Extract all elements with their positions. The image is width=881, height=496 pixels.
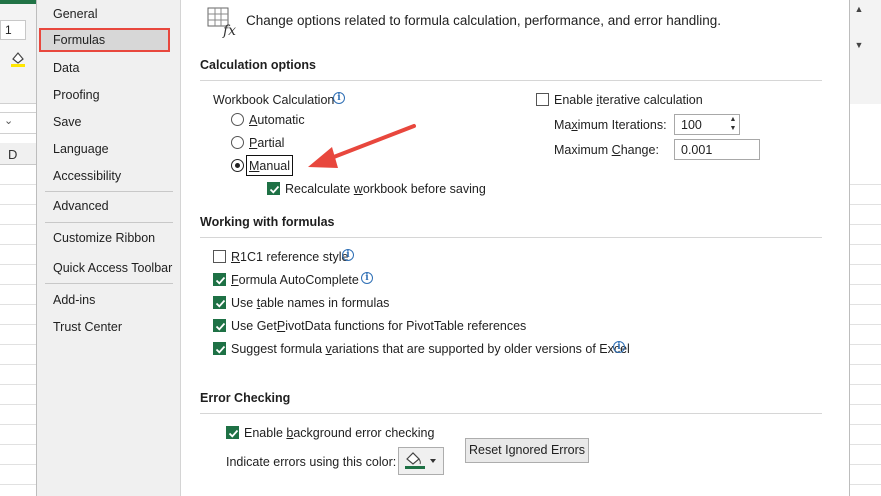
spinner-arrows-icon[interactable]: ▲ ▼	[727, 115, 739, 134]
info-icon[interactable]: i	[613, 341, 625, 353]
scroll-down-icon[interactable]: ▼	[852, 40, 866, 54]
chevron-down-icon[interactable]: ⌄	[4, 114, 13, 127]
recalculate-label[interactable]: Recalculate workbook before saving	[285, 182, 486, 196]
nav-item-quick-access-toolbar[interactable]: Quick Access Toolbar	[45, 256, 175, 280]
max-iterations-value: 100	[681, 118, 702, 132]
suggest-variations-checkbox[interactable]	[213, 342, 226, 355]
nav-item-formulas[interactable]: Formulas	[39, 28, 170, 52]
iterative-label[interactable]: Enable iterative calculation	[554, 93, 703, 107]
paint-bucket-icon	[405, 452, 436, 469]
radio-partial[interactable]	[231, 136, 244, 149]
suggest-variations-label[interactable]: Suggest formula variations that are supp…	[231, 342, 630, 356]
nav-item-proofing[interactable]: Proofing	[45, 83, 175, 107]
worksheet-grid-right[interactable]	[850, 165, 881, 496]
section-divider	[200, 80, 822, 81]
section-title-formulas: Working with formulas	[200, 215, 335, 229]
getpivotdata-label[interactable]: Use GetPivotData functions for PivotTabl…	[231, 319, 526, 333]
scroll-up-icon[interactable]: ▲	[852, 4, 866, 18]
formula-options-icon: fx	[207, 7, 236, 38]
svg-text:fx: fx	[222, 23, 236, 38]
section-title-calculation: Calculation options	[200, 58, 316, 72]
radio-automatic[interactable]	[231, 113, 244, 126]
nav-divider	[45, 222, 173, 223]
radio-partial-label[interactable]: Partial	[249, 136, 284, 150]
recalculate-checkbox[interactable]	[267, 182, 280, 195]
r1c1-checkbox[interactable]	[213, 250, 226, 263]
table-names-checkbox[interactable]	[213, 296, 226, 309]
section-title-error-checking: Error Checking	[200, 391, 291, 405]
table-names-label[interactable]: Use table names in formulas	[231, 296, 389, 310]
workbook-calculation-label: Workbook Calculation	[213, 93, 335, 107]
background-error-checkbox[interactable]	[226, 426, 239, 439]
fill-color-icon[interactable]	[9, 50, 27, 68]
section-divider	[200, 237, 822, 238]
r1c1-label[interactable]: R1C1 reference style	[231, 250, 348, 264]
nav-item-accessibility[interactable]: Accessibility	[45, 164, 175, 188]
nav-item-data[interactable]: Data	[45, 56, 175, 80]
indicate-errors-label: Indicate errors using this color:	[226, 455, 397, 469]
radio-manual-label[interactable]: Manual	[249, 159, 290, 173]
nav-item-language[interactable]: Language	[45, 137, 175, 161]
info-icon[interactable]: i	[361, 272, 373, 284]
nav-item-advanced[interactable]: Advanced	[45, 194, 175, 218]
radio-manual[interactable]	[231, 159, 244, 172]
max-change-label: Maximum Change:	[554, 143, 659, 157]
info-icon[interactable]: i	[333, 92, 345, 104]
nav-item-add-ins[interactable]: Add-ins	[45, 288, 175, 312]
worksheet-grid[interactable]	[0, 165, 40, 496]
nav-divider	[45, 283, 173, 284]
page-description: Change options related to formula calcul…	[246, 13, 722, 28]
reset-ignored-errors-button[interactable]: Reset Ignored Errors	[465, 438, 589, 463]
nav-item-customize-ribbon[interactable]: Customize Ribbon	[45, 226, 175, 250]
column-header[interactable]: D	[0, 143, 40, 165]
error-color-picker[interactable]	[398, 447, 444, 475]
nav-item-trust-center[interactable]: Trust Center	[45, 315, 175, 339]
options-content	[182, 0, 849, 496]
background-error-label[interactable]: Enable background error checking	[244, 426, 434, 440]
section-divider	[200, 413, 822, 414]
info-icon[interactable]: i	[342, 249, 354, 261]
getpivotdata-checkbox[interactable]	[213, 319, 226, 332]
autocomplete-label[interactable]: Formula AutoComplete	[231, 273, 359, 287]
max-change-value: 0.001	[681, 143, 713, 157]
nav-item-save[interactable]: Save	[45, 110, 175, 134]
name-box[interactable]: 1	[0, 20, 26, 40]
max-iterations-label: Maximum Iterations:	[554, 118, 667, 132]
nav-divider	[45, 191, 173, 192]
annotation-arrow-icon	[308, 124, 416, 168]
autocomplete-checkbox[interactable]	[213, 273, 226, 286]
nav-item-general[interactable]: General	[45, 2, 175, 26]
iterative-checkbox[interactable]	[536, 93, 549, 106]
